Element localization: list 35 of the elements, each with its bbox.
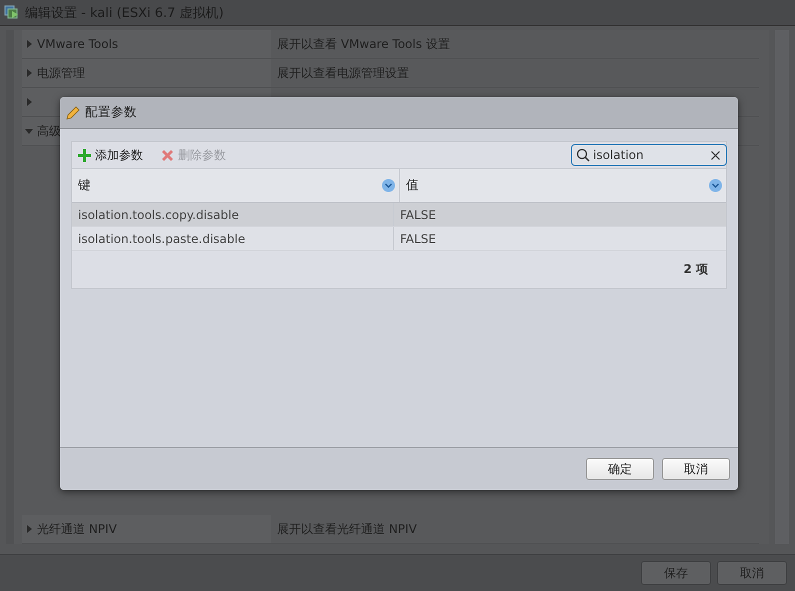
caret-right-icon[interactable] bbox=[25, 98, 33, 106]
column-header[interactable]: 值 bbox=[400, 169, 726, 202]
caret-right-icon[interactable] bbox=[25, 40, 33, 48]
column-header[interactable]: 键 bbox=[72, 169, 400, 202]
setting-label: 电源管理 bbox=[37, 64, 85, 82]
table-cell-text: FALSE bbox=[399, 208, 436, 222]
plus-icon bbox=[78, 148, 91, 162]
pencil-icon bbox=[66, 106, 80, 120]
cancel-button[interactable]: 取消 bbox=[662, 458, 730, 480]
table-cell: isolation.tools.paste.disable bbox=[72, 227, 394, 250]
search-input[interactable]: isolation bbox=[593, 148, 708, 162]
setting-label: VMware Tools bbox=[37, 37, 118, 51]
column-menu-icon[interactable] bbox=[709, 179, 722, 192]
dialog-title: 配置参数 bbox=[85, 104, 137, 121]
table-cell-text: FALSE bbox=[399, 232, 436, 246]
x-icon bbox=[161, 148, 174, 162]
ok-button[interactable]: 确定 bbox=[586, 458, 654, 480]
setting-description: 展开以查看光纤通道 NPIV bbox=[277, 520, 417, 538]
caret-right-icon[interactable] bbox=[25, 69, 33, 77]
setting-label: 高级 bbox=[37, 122, 61, 140]
table-cell: isolation.tools.copy.disable bbox=[72, 203, 394, 226]
caret-down-icon[interactable] bbox=[25, 127, 33, 135]
table-row[interactable]: isolation.tools.copy.disable FALSE bbox=[72, 203, 726, 227]
search-field[interactable]: isolation bbox=[571, 144, 727, 166]
item-count: 2 项 bbox=[683, 261, 708, 278]
setting-label: 光纤通道 NPIV bbox=[37, 520, 117, 538]
column-menu-icon[interactable] bbox=[382, 179, 395, 192]
table-row[interactable]: isolation.tools.paste.disable FALSE bbox=[72, 227, 726, 251]
search-icon bbox=[576, 148, 590, 162]
vm-icon bbox=[4, 4, 20, 20]
setting-description: 展开以查看 VMware Tools 设置 bbox=[277, 36, 450, 52]
add-button[interactable]: 添加参数 bbox=[78, 146, 143, 164]
clear-icon[interactable] bbox=[711, 150, 720, 160]
setting-description: 展开以查看电源管理设置 bbox=[277, 64, 409, 82]
caret-right-icon[interactable] bbox=[25, 525, 33, 533]
